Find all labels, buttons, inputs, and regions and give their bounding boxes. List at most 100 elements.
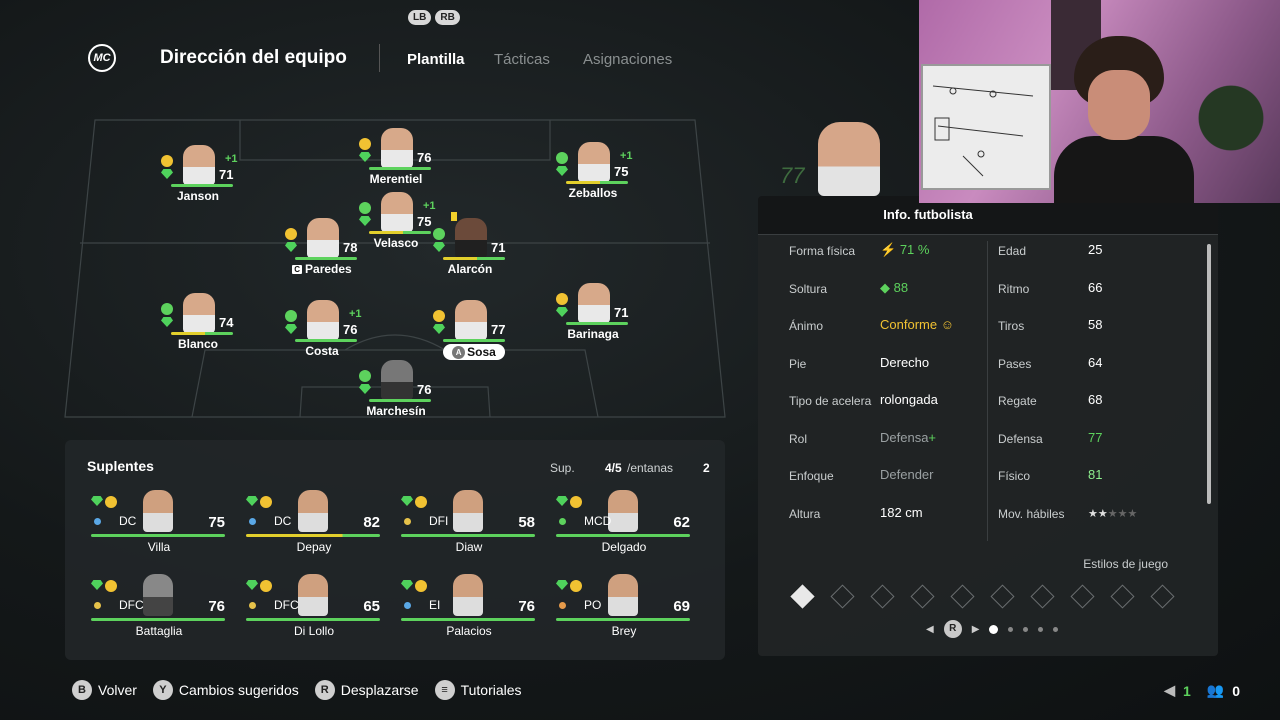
info-value: 64 bbox=[1088, 354, 1103, 370]
fitness-bar bbox=[443, 339, 505, 342]
info-value: ⚡ 71 % bbox=[880, 242, 929, 258]
lb-button[interactable]: LB bbox=[408, 10, 432, 25]
info-value: 66 bbox=[1088, 279, 1103, 295]
info-value-text: Defender bbox=[880, 467, 934, 482]
playstyle-slot[interactable] bbox=[1150, 584, 1175, 609]
player-portrait bbox=[578, 283, 610, 323]
pager-dot[interactable] bbox=[1008, 626, 1014, 632]
info-value-text: rolongada bbox=[880, 392, 938, 407]
tutorials-button[interactable]: ≡ Tutoriales bbox=[434, 680, 522, 700]
skill-star-icon: ★ bbox=[1097, 507, 1108, 520]
sharpness-icon bbox=[285, 242, 297, 252]
subs-ventanas-label: /entanas bbox=[627, 461, 674, 475]
player-name-text: Blanco bbox=[177, 337, 218, 351]
pitch-player[interactable]: 76 Marchesín bbox=[341, 360, 451, 440]
subs-title: Suplentes bbox=[87, 458, 154, 474]
playstyle-slot[interactable] bbox=[1110, 584, 1135, 609]
player-name-text: Barinaga bbox=[567, 327, 619, 341]
player-name-text: Costa bbox=[305, 344, 339, 358]
sub-player-card[interactable]: DC 75 Villa bbox=[91, 490, 227, 560]
player-status-icons bbox=[161, 155, 175, 179]
info-label: Enfoque bbox=[789, 469, 834, 483]
morale-icon bbox=[433, 228, 445, 240]
playstyle-slot[interactable] bbox=[870, 584, 895, 609]
pager-dot[interactable] bbox=[1023, 626, 1029, 632]
sub-player-card[interactable]: DFC 76 Battaglia bbox=[91, 574, 227, 644]
info-value: 77 bbox=[1088, 429, 1103, 445]
info-label: Defensa bbox=[998, 431, 1043, 446]
sub-player-card[interactable]: DFI 58 Diaw bbox=[401, 490, 537, 560]
header-divider bbox=[379, 44, 380, 72]
pitch-player[interactable]: 71 +1 Janson bbox=[143, 145, 253, 225]
back-button[interactable]: B Volver bbox=[72, 680, 137, 700]
selected-player-rating: 77 bbox=[780, 163, 805, 188]
playstyle-slot[interactable] bbox=[990, 584, 1015, 609]
subs-sup-label: Sup. bbox=[550, 461, 575, 475]
player-rating: 78 bbox=[343, 240, 358, 255]
info-scrollbar[interactable] bbox=[1207, 244, 1211, 504]
info-label: Ánimo bbox=[789, 319, 824, 333]
sub-player-card[interactable]: DFC 65 Di Lollo bbox=[246, 574, 382, 644]
pager-dot[interactable] bbox=[1053, 626, 1059, 632]
sharpness-icon bbox=[401, 580, 413, 590]
subs-sup-count: 4/5 bbox=[605, 461, 622, 475]
pitch-player[interactable]: 78 C Paredes bbox=[267, 218, 377, 298]
a-button-icon: A bbox=[452, 346, 466, 359]
playstyle-slot[interactable] bbox=[1070, 584, 1095, 609]
player-status-icons bbox=[433, 310, 447, 334]
suggested-changes-label: Cambios sugeridos bbox=[178, 682, 299, 698]
pitch-player[interactable]: 75 +1 Zeballos bbox=[538, 142, 648, 222]
playstyle-slot[interactable] bbox=[910, 584, 935, 609]
rb-button[interactable]: RB bbox=[435, 10, 460, 25]
pitch-player[interactable]: 71 Barinaga bbox=[538, 283, 648, 363]
player-status-icons bbox=[359, 138, 373, 162]
player-name: Delgado bbox=[601, 540, 647, 554]
fitness-bar bbox=[369, 167, 431, 170]
player-name: Merentiel bbox=[341, 172, 451, 186]
morale-icon bbox=[359, 202, 371, 214]
player-name: C Paredes bbox=[267, 262, 377, 276]
player-name: Depay bbox=[296, 540, 332, 554]
count-right: 0 bbox=[1232, 682, 1240, 699]
menu-button-icon: ≡ bbox=[434, 680, 455, 700]
tab-asignaciones[interactable]: Asignaciones bbox=[583, 51, 672, 68]
playstyle-slot[interactable] bbox=[1030, 584, 1055, 609]
tab-plantilla[interactable]: Plantilla bbox=[407, 51, 465, 68]
scroll-button[interactable]: R Desplazarse bbox=[314, 680, 419, 700]
pitch-player[interactable]: 71 Alarcón bbox=[415, 212, 525, 298]
suggested-changes-button[interactable]: Y Cambios sugeridos bbox=[152, 680, 299, 700]
r-stick-button[interactable]: R bbox=[943, 620, 962, 638]
morale-icon bbox=[260, 496, 272, 508]
sub-player-card[interactable]: PO 69 Brey bbox=[556, 574, 692, 644]
fitness-bar bbox=[566, 322, 628, 325]
player-name: Janson bbox=[143, 189, 253, 203]
playstyles-pager[interactable]: ◀ R ▶ bbox=[926, 620, 1059, 638]
info-label: Tipo de acelera bbox=[789, 394, 872, 408]
player-position: EI bbox=[429, 598, 441, 612]
playstyle-slot[interactable] bbox=[950, 584, 975, 609]
morale-icon bbox=[260, 580, 272, 592]
morale-icon bbox=[433, 310, 445, 322]
sub-player-card[interactable]: DC 82 Depay bbox=[246, 490, 382, 560]
sub-player-card[interactable]: EI 76 Palacios bbox=[401, 574, 537, 644]
playstyle-slot[interactable] bbox=[830, 584, 855, 609]
player-rating: 76 bbox=[417, 150, 432, 165]
tab-tacticas[interactable]: Tácticas bbox=[494, 51, 550, 68]
fitness-bar bbox=[91, 534, 225, 537]
count-left: 1 bbox=[1182, 682, 1191, 699]
fitness-bar bbox=[295, 339, 357, 342]
pitch-player[interactable]: 74 Blanco bbox=[143, 293, 253, 373]
sub-player-card[interactable]: MCD 62 Delgado bbox=[556, 490, 692, 560]
info-label: Pases bbox=[998, 356, 1032, 371]
morale-icon bbox=[415, 496, 427, 508]
sharpness-icon bbox=[359, 384, 371, 394]
yellow-card-icon bbox=[451, 212, 457, 221]
rating-boost: +1 bbox=[225, 153, 238, 165]
morale-icon bbox=[570, 496, 582, 508]
fitness-bar bbox=[556, 618, 690, 621]
pager-dot[interactable] bbox=[1038, 626, 1044, 632]
player-name: Alarcón bbox=[415, 262, 525, 276]
info-label: Tiros bbox=[998, 319, 1025, 333]
pager-dot[interactable] bbox=[989, 624, 999, 634]
playstyle-slot[interactable] bbox=[790, 584, 815, 609]
